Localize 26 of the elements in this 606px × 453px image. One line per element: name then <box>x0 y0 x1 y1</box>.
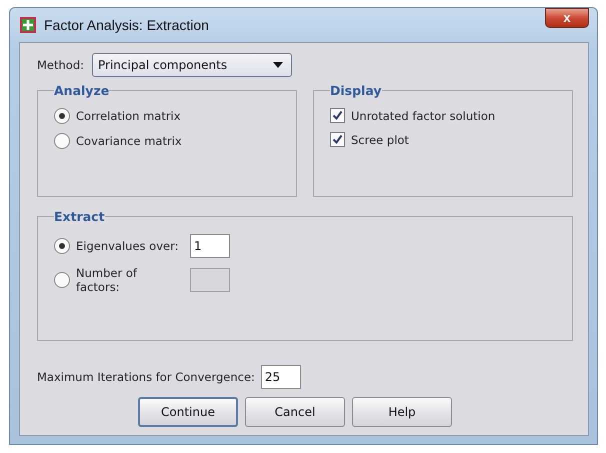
checkbox[interactable] <box>330 132 345 147</box>
option-label: Covariance matrix <box>76 134 182 148</box>
dialog-button[interactable]: Help <box>352 397 452 427</box>
caret-icon <box>273 62 284 68</box>
radio-button[interactable] <box>54 133 70 149</box>
iterations-label: Maximum Iterations for Convergence: <box>37 370 255 384</box>
input-field[interactable]: 1 <box>190 234 230 258</box>
app-icon <box>19 16 37 34</box>
group-title: Analyze <box>54 83 110 98</box>
radio-button[interactable] <box>54 238 70 254</box>
option-label: Unrotated factor solution <box>351 108 496 122</box>
window-title: Factor Analysis: Extraction <box>44 17 210 33</box>
close-button[interactable]: x <box>545 8 589 28</box>
checkbox[interactable] <box>330 108 345 123</box>
method-dropdown[interactable]: Principal components <box>92 53 292 77</box>
dialog-button[interactable]: Continue <box>138 397 238 427</box>
method-label: Method: <box>37 58 84 72</box>
dialog-button[interactable]: Cancel <box>245 397 345 427</box>
input-field[interactable]: 25 <box>260 365 301 389</box>
option-label: Scree plot <box>351 132 409 146</box>
radio-button[interactable] <box>54 108 70 124</box>
option-label: Number of factors: <box>76 266 138 294</box>
option-label: Correlation matrix <box>76 109 181 123</box>
group-title: Extract <box>54 209 105 224</box>
option-label: Eigenvalues over: <box>76 239 180 253</box>
group-title: Display <box>330 83 382 98</box>
